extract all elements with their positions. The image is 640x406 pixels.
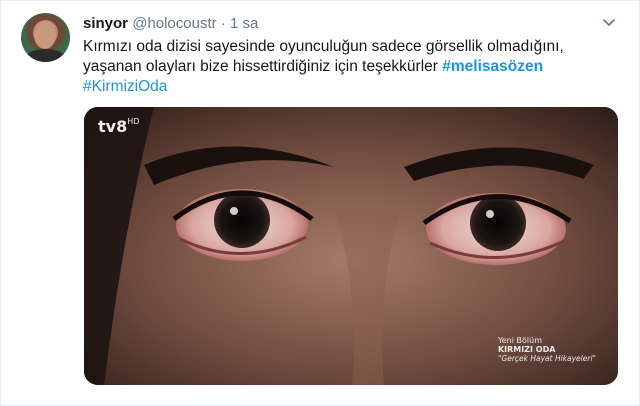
avatar[interactable] [21, 13, 70, 62]
tweet-card[interactable]: sinyor @holocoustr · 1 sa Kırmızı oda di… [0, 0, 640, 406]
hashtag-link[interactable]: #melisasözen [442, 58, 543, 75]
channel-logo: tv8HD [98, 117, 140, 136]
user-handle[interactable]: @holocoustr [132, 15, 216, 32]
hashtag-link[interactable]: #KirmiziOda [83, 78, 167, 95]
tweet-text-line1: Kırmızı oda dizisi sayesinde oyunculuğun… [83, 38, 564, 55]
tweet-text-line2-plain: yaşanan olayları bize hissettirdiğiniz i… [83, 58, 443, 75]
caption-line1: Yeni Bölüm [497, 336, 542, 345]
video-caption: Yeni Bölüm KIRMIZI ODA "Gerçek Hayat Hik… [498, 336, 596, 363]
tweet-media-image[interactable]: tv8HD Yeni Bölüm KIRMIZI ODA "Gerçek Hay… [84, 107, 618, 385]
caption-line3: "Gerçek Hayat Hikayeleri" [497, 354, 596, 363]
tweet-text: Kırmızı oda dizisi sayesinde oyunculuğun… [83, 37, 623, 97]
tweet-header: sinyor @holocoustr · 1 sa [83, 14, 258, 33]
avatar-shirt [25, 49, 66, 62]
display-name[interactable]: sinyor [83, 15, 128, 32]
avatar-face [34, 21, 56, 49]
timestamp[interactable]: 1 sa [230, 15, 258, 32]
caption-line2: KIRMIZI ODA [497, 345, 556, 354]
separator-dot: · [220, 15, 226, 32]
tweet-text-line2: yaşanan olayları bize hissettirdiğiniz i… [83, 57, 623, 77]
chevron-down-icon[interactable] [601, 14, 617, 30]
